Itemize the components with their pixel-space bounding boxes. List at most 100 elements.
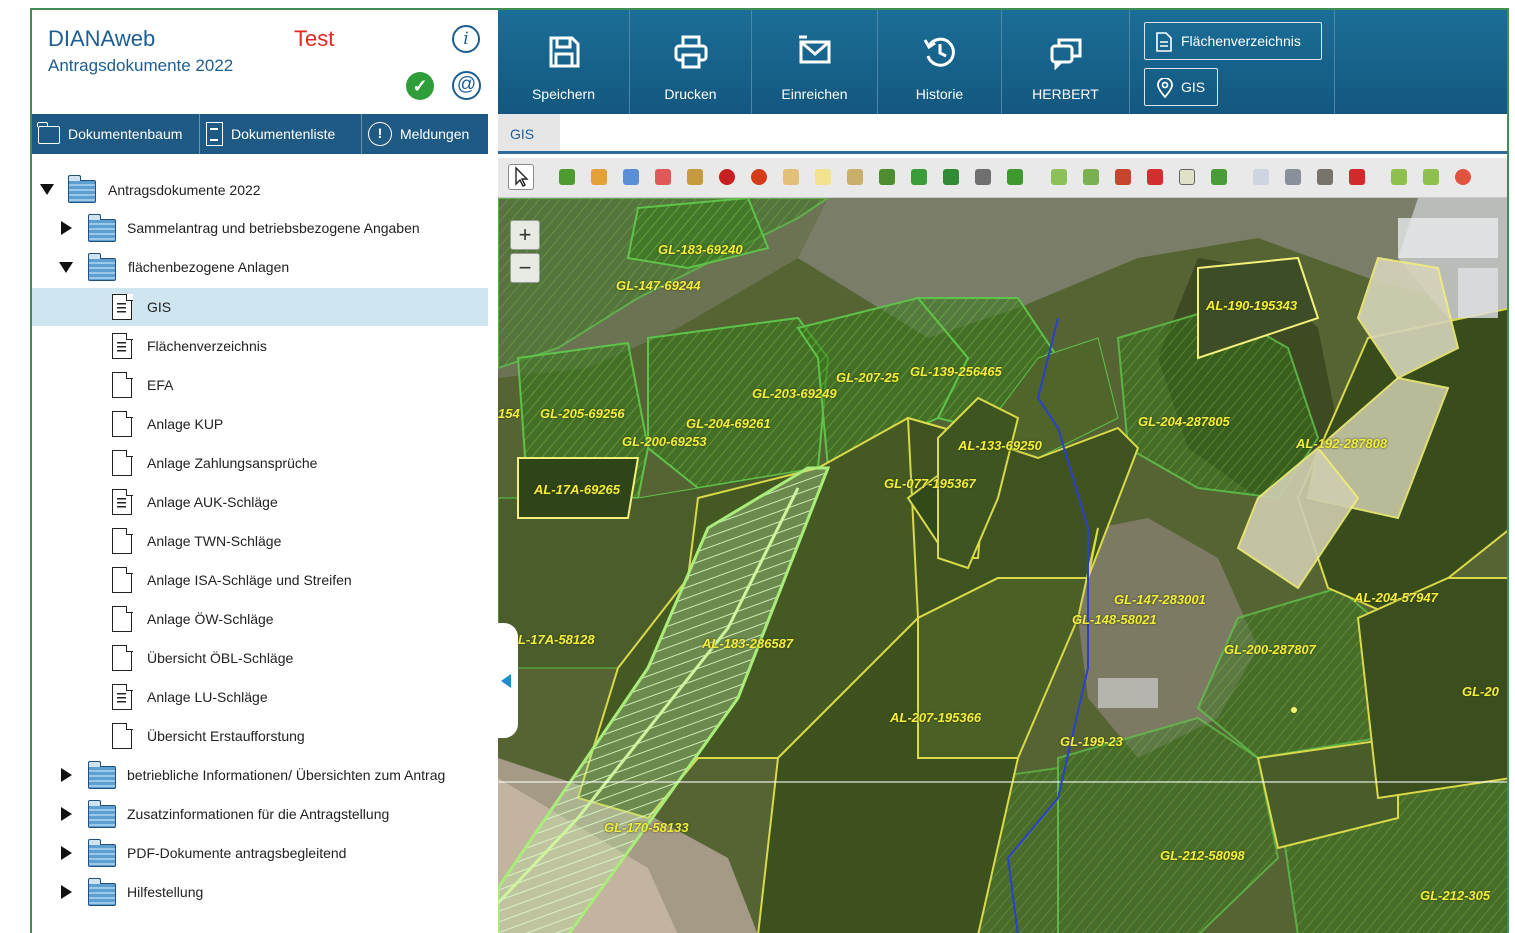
undo-icon[interactable] (1386, 164, 1412, 190)
explode-icon[interactable] (938, 164, 964, 190)
red-marker-icon[interactable] (714, 164, 740, 190)
tree-doc-flaechenverzeichnis[interactable]: Flächenverzeichnis (32, 327, 488, 365)
collapse-arrow-icon[interactable] (59, 262, 73, 273)
save-button[interactable]: Speichern (498, 10, 630, 114)
tab-dokumentenliste[interactable]: Dokumentenliste (200, 114, 362, 154)
tree-doc-auk-schlaege[interactable]: Anlage AUK-Schläge (32, 483, 488, 521)
map-view[interactable]: GL-183-69240 GL-147-69244 AL-190-195343 … (498, 198, 1507, 933)
tree-folder-label: Zusatzinformationen für die Antragstellu… (127, 806, 390, 822)
history-button[interactable]: Historie (878, 10, 1002, 114)
tree-doc-label: Übersicht Erstaufforstung (147, 728, 305, 744)
expand-arrow-icon[interactable] (61, 885, 72, 899)
tree-doc-zahlungsansprueche[interactable]: Anlage Zahlungsansprüche (32, 444, 488, 482)
parcel-label: AL-183-286587 (702, 636, 794, 651)
pencil-icon[interactable] (778, 164, 804, 190)
print-button[interactable]: Drucken (630, 10, 752, 114)
measure-icon[interactable] (1174, 164, 1200, 190)
toolbar-divider (1334, 10, 1335, 114)
move-geometry-icon[interactable] (554, 164, 580, 190)
parcel-label: AL-17A-69265 (534, 482, 620, 497)
zoom-in-button[interactable]: + (510, 220, 540, 250)
expand-arrow-icon[interactable] (61, 221, 72, 235)
redo-icon[interactable] (1418, 164, 1444, 190)
tree-doc-label: Anlage AUK-Schläge (147, 494, 278, 510)
flaechenverzeichnis-link[interactable]: Flächenverzeichnis (1144, 22, 1322, 60)
document-icon (112, 605, 133, 632)
herbert-button[interactable]: HERBERT (1002, 10, 1130, 114)
flaechenverzeichnis-label: Flächenverzeichnis (1181, 33, 1301, 49)
tree-doc-label: Anlage LU-Schläge (147, 689, 268, 705)
split-icon[interactable] (842, 164, 868, 190)
fill-icon[interactable] (1142, 164, 1168, 190)
tree-doc-oew-schlaege[interactable]: Anlage ÖW-Schläge (32, 600, 488, 638)
draw-polygon-icon[interactable] (650, 164, 676, 190)
chat-icon (1050, 38, 1081, 70)
tree-doc-anlage-kup[interactable]: Anlage KUP (32, 405, 488, 443)
zoom-extent-icon[interactable] (1110, 164, 1136, 190)
parcel-label: GL-147-283001 (1114, 592, 1206, 607)
folder-icon (87, 839, 116, 867)
legend-icon[interactable] (1312, 164, 1338, 190)
note-icon[interactable] (810, 164, 836, 190)
tree-folder-hilfe[interactable]: Hilfestellung (32, 873, 488, 911)
document-icon (112, 371, 133, 398)
collapse-arrow-icon[interactable] (40, 184, 54, 195)
draw-line-icon[interactable] (682, 164, 708, 190)
red-marker-alt-icon[interactable] (746, 164, 772, 190)
tab-label: Meldungen (400, 126, 470, 142)
snap-icon[interactable] (1344, 164, 1370, 190)
tree-doc-oebl-schlaege[interactable]: Übersicht ÖBL-Schläge (32, 639, 488, 677)
history-icon (923, 37, 955, 67)
tree-folder-label: flächenbezogene Anlagen (128, 259, 290, 275)
tree-folder-flaechen[interactable]: flächenbezogene Anlagen (32, 248, 488, 286)
select-tool-icon[interactable] (508, 164, 534, 190)
vertex-icon[interactable] (874, 164, 900, 190)
tree-folder-pdf[interactable]: PDF-Dokumente antragsbegleitend (32, 834, 488, 872)
merge-icon[interactable] (906, 164, 932, 190)
expand-arrow-icon[interactable] (61, 846, 72, 860)
tab-dokumentenbaum[interactable]: Dokumentenbaum (32, 114, 200, 154)
print-map-icon[interactable] (1280, 164, 1306, 190)
expand-arrow-icon[interactable] (61, 807, 72, 821)
parcel-label: GL-204-287805 (1138, 414, 1230, 429)
parcel-label: GL-077-195367 (884, 476, 976, 491)
map-pin-icon (1157, 78, 1173, 98)
delete-icon[interactable] (970, 164, 996, 190)
collapse-panel-handle[interactable] (498, 623, 518, 738)
tree-folder-sammelantrag[interactable]: Sammelantrag und betriebsbezogene Angabe… (32, 209, 488, 247)
edit-blue-icon[interactable] (618, 164, 644, 190)
tree-root[interactable]: Antragsdokumente 2022 (32, 170, 488, 208)
info-tool-icon[interactable] (1248, 164, 1274, 190)
layer-up-icon[interactable] (1046, 164, 1072, 190)
tree-folder-zusatz[interactable]: Zusatzinformationen für die Antragstellu… (32, 795, 488, 833)
parcel-label: GL-205-69256 (540, 406, 625, 421)
tree-root-label: Antragsdokumente 2022 (108, 182, 261, 198)
document-icon (112, 566, 133, 593)
tab-gis[interactable]: GIS (498, 114, 560, 151)
tree-doc-efa[interactable]: EFA (32, 366, 488, 404)
submit-button[interactable]: Einreichen (752, 10, 878, 114)
tree-doc-twn-schlaege[interactable]: Anlage TWN-Schläge (32, 522, 488, 560)
tree-doc-isa-schlaege[interactable]: Anlage ISA-Schläge und Streifen (32, 561, 488, 599)
environment-badge: Test (294, 26, 335, 51)
tab-meldungen[interactable]: ! Meldungen (362, 114, 488, 154)
tree-doc-lu-schlaege[interactable]: Anlage LU-Schläge (32, 678, 488, 716)
add-point-icon[interactable] (1002, 164, 1028, 190)
layer-down-icon[interactable] (1078, 164, 1104, 190)
tree-doc-label: Anlage ÖW-Schläge (147, 611, 274, 627)
transfer-icon[interactable] (1206, 164, 1232, 190)
tree-doc-erstaufforstung[interactable]: Übersicht Erstaufforstung (32, 717, 488, 755)
document-icon (112, 449, 133, 476)
edit-pencil-icon[interactable] (586, 164, 612, 190)
tab-label: Dokumentenbaum (68, 126, 183, 142)
tree-folder-betrieblich[interactable]: betriebliche Informationen/ Übersichten … (32, 756, 488, 794)
email-icon[interactable]: @ (452, 71, 481, 100)
cancel-icon[interactable] (1450, 164, 1476, 190)
tree-folder-label: Hilfestellung (127, 884, 204, 900)
expand-arrow-icon[interactable] (61, 768, 72, 782)
submit-label: Einreichen (781, 86, 848, 102)
zoom-out-button[interactable]: − (510, 253, 540, 283)
gis-link[interactable]: GIS (1144, 68, 1218, 106)
info-icon[interactable]: i (452, 25, 480, 53)
tree-doc-gis[interactable]: GIS (32, 288, 488, 326)
